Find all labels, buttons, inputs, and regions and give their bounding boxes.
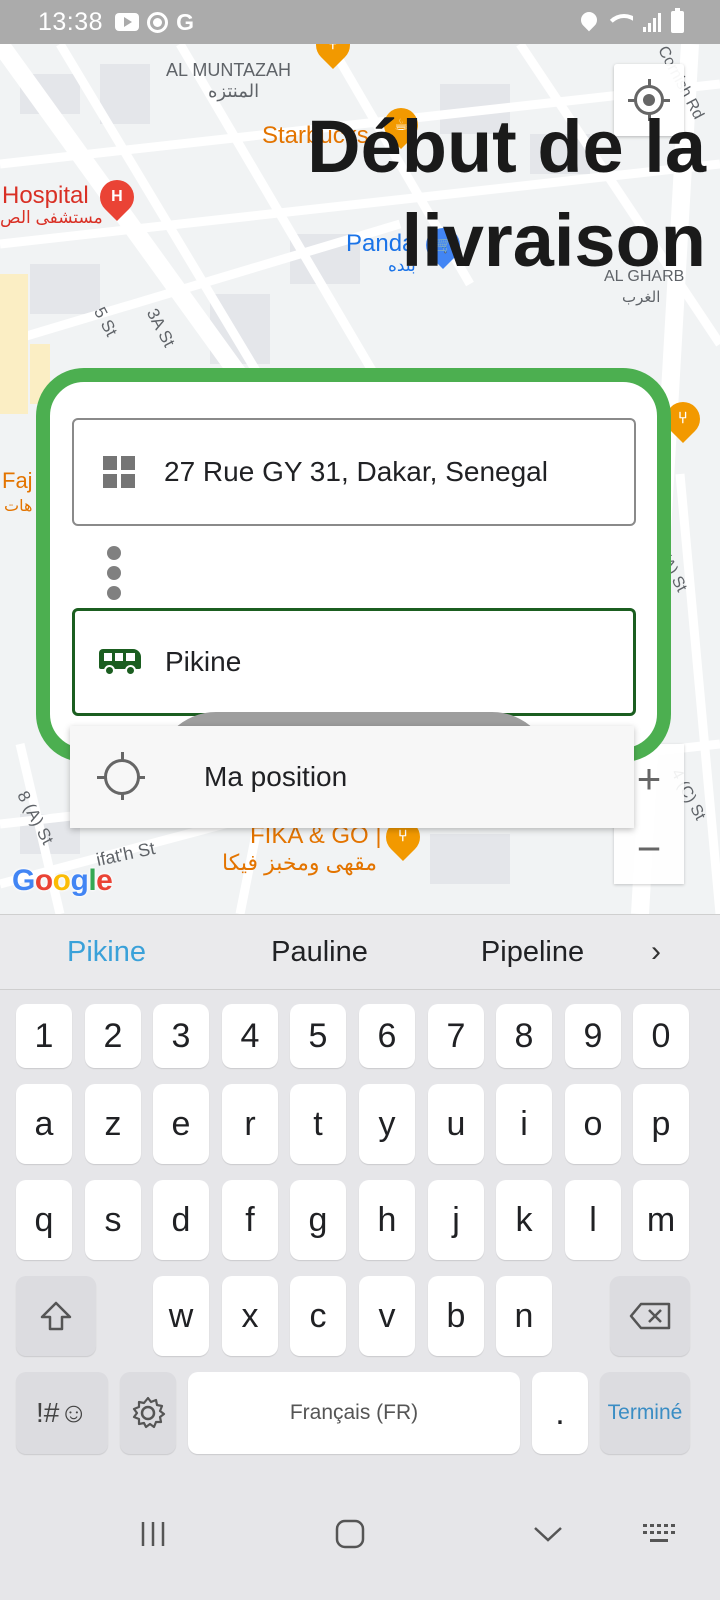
key-d[interactable]: d [153, 1180, 209, 1260]
key-y[interactable]: y [359, 1084, 415, 1164]
key-n[interactable]: n [496, 1276, 552, 1356]
status-bar: 13:38 G [0, 0, 720, 44]
key-s[interactable]: s [85, 1180, 141, 1260]
page-title: Début de la livraison [307, 105, 706, 282]
backspace-key[interactable] [610, 1276, 690, 1356]
key-o[interactable]: o [565, 1084, 621, 1164]
gear-icon [132, 1396, 166, 1429]
key-7[interactable]: 7 [428, 1004, 484, 1068]
more-vert-icon [106, 546, 122, 600]
key-t[interactable]: t [290, 1084, 346, 1164]
suggestion-item[interactable]: Pipeline [426, 936, 639, 969]
key-6[interactable]: 6 [359, 1004, 415, 1068]
period-key[interactable]: . [532, 1372, 588, 1454]
key-8[interactable]: 8 [496, 1004, 552, 1068]
symbols-key[interactable]: !#☺ [16, 1372, 108, 1454]
map-label-al-muntazah: AL MUNTAZAH [166, 60, 292, 80]
key-x[interactable]: x [222, 1276, 278, 1356]
key-3[interactable]: 3 [153, 1004, 209, 1068]
gps-icon [97, 752, 145, 800]
keyboard-icon [643, 1524, 675, 1542]
key-2[interactable]: 2 [85, 1004, 141, 1068]
map-label-fika-ar: مقهى ومخبز فيكا [222, 850, 378, 875]
wifi-icon [607, 12, 633, 32]
system-icons [581, 8, 684, 33]
youtube-icon [115, 13, 140, 31]
keyboard-suggestion-bar: Pikine Pauline Pipeline › [0, 914, 720, 990]
key-b[interactable]: b [428, 1276, 484, 1356]
keyboard: 1234567890 azertyuiop qsdfghjklm wxcvbn !#☺… [0, 990, 720, 1480]
route-form-card: 27 Rue GY 31, Dakar, Senegal Pikine [36, 368, 671, 762]
key-m[interactable]: m [633, 1180, 689, 1260]
key-c[interactable]: c [290, 1276, 346, 1356]
my-position-label: Ma position [204, 761, 348, 792]
chevron-down-icon [534, 1527, 562, 1542]
map-label-al-muntazah-ar: المنتزه [208, 81, 260, 101]
location-icon [581, 12, 597, 32]
home-icon [335, 1519, 365, 1549]
recent-apps-button[interactable] [138, 1514, 168, 1554]
key-q[interactable]: q [16, 1180, 72, 1260]
key-j[interactable]: j [428, 1180, 484, 1260]
key-5[interactable]: 5 [290, 1004, 346, 1068]
settings-key[interactable] [120, 1372, 176, 1454]
status-time: 13:38 [38, 7, 104, 36]
grid-icon [103, 456, 135, 488]
key-z[interactable]: z [85, 1084, 141, 1164]
map-label-al-gharb-ar: الغرب [622, 289, 661, 306]
shift-key[interactable] [16, 1276, 96, 1356]
bus-icon [99, 647, 141, 677]
space-key[interactable]: Français (FR) [188, 1372, 520, 1454]
key-a[interactable]: a [16, 1084, 72, 1164]
done-key[interactable]: Terminé [600, 1372, 690, 1454]
key-u[interactable]: u [428, 1084, 484, 1164]
origin-field[interactable]: 27 Rue GY 31, Dakar, Senegal [72, 418, 636, 526]
recents-icon [141, 1522, 165, 1546]
key-4[interactable]: 4 [222, 1004, 278, 1068]
key-i[interactable]: i [496, 1084, 552, 1164]
destination-value: Pikine [165, 646, 242, 677]
backspace-icon [629, 1302, 671, 1330]
key-l[interactable]: l [565, 1180, 621, 1260]
destination-field[interactable]: Pikine [72, 608, 636, 716]
key-f[interactable]: f [222, 1180, 278, 1260]
google-icon: G [176, 8, 194, 35]
map-label-faj[interactable]: Faj [2, 468, 33, 494]
google-logo: Google [12, 864, 113, 897]
my-position-option[interactable]: Ma position [70, 726, 634, 828]
key-r[interactable]: r [222, 1084, 278, 1164]
key-v[interactable]: v [359, 1276, 415, 1356]
origin-value: 27 Rue GY 31, Dakar, Senegal [164, 456, 548, 487]
battery-icon [671, 8, 684, 33]
system-navigation-bar [0, 1480, 720, 1600]
chevron-right-icon[interactable]: › [651, 935, 661, 969]
suggestion-item[interactable]: Pauline [213, 936, 426, 969]
map-label-hospital-ar: مستشفى الص [0, 208, 103, 227]
key-g[interactable]: g [290, 1180, 346, 1260]
signal-icon [643, 12, 661, 32]
home-button[interactable] [334, 1514, 366, 1554]
key-w[interactable]: w [153, 1276, 209, 1356]
space-key-label: Français (FR) [289, 1401, 419, 1424]
key-h[interactable]: h [359, 1180, 415, 1260]
key-e[interactable]: e [153, 1084, 209, 1164]
sync-icon [147, 11, 169, 33]
keyboard-hide-button[interactable] [642, 1514, 678, 1554]
shift-icon [40, 1301, 72, 1331]
key-k[interactable]: k [496, 1180, 552, 1260]
key-9[interactable]: 9 [565, 1004, 621, 1068]
map-label-hospital[interactable]: Hospital [2, 182, 89, 210]
back-button[interactable] [532, 1514, 564, 1554]
notification-icons: G [115, 9, 194, 36]
key-1[interactable]: 1 [16, 1004, 72, 1068]
key-p[interactable]: p [633, 1084, 689, 1164]
suggestion-item[interactable]: Pikine [0, 936, 213, 969]
key-0[interactable]: 0 [633, 1004, 689, 1068]
map-label-faj-ar: هات [4, 498, 33, 515]
